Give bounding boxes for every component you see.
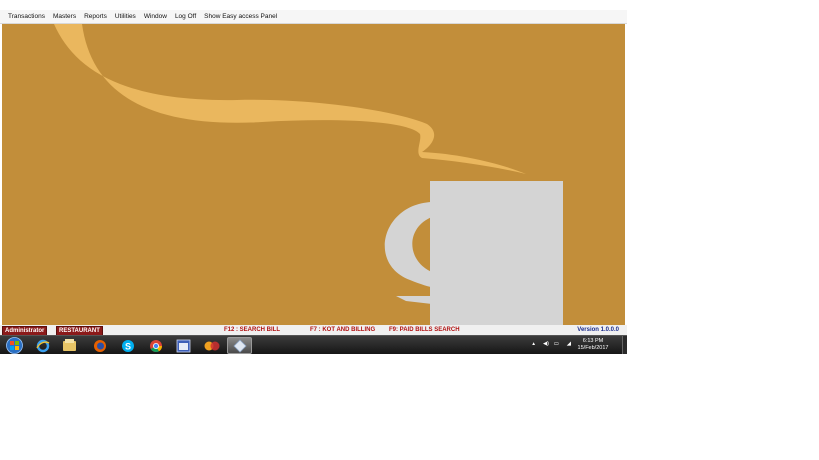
app-window-icon[interactable] — [171, 337, 196, 354]
coffee-background-image — [2, 24, 625, 325]
menu-bar: Transactions Masters Reports Utilities W… — [0, 10, 627, 24]
skype-icon[interactable]: S — [115, 337, 140, 354]
hint-kot-billing: F7 : KOT AND BILLING — [310, 327, 376, 333]
menu-masters[interactable]: Masters — [49, 10, 80, 23]
svg-text:S: S — [124, 341, 130, 351]
show-desktop-button[interactable] — [622, 336, 627, 354]
firefox-icon[interactable] — [87, 337, 112, 354]
clock-time: 6:13 PM — [582, 338, 604, 344]
internet-explorer-icon[interactable] — [30, 337, 55, 354]
windows-taskbar: S ▴ ◀) ▭ ◢ 6:13 PM 15/Feb/2017 — [0, 335, 627, 354]
network-icon[interactable]: ▭ — [554, 341, 559, 347]
cup-body — [430, 181, 563, 325]
version-label: Version 1.0.0.0 — [577, 327, 619, 333]
hint-paid-bills-search: F9: PAID BILLS SEARCH — [389, 327, 460, 333]
menu-window[interactable]: Window — [140, 10, 171, 23]
tray-expand-icon[interactable]: ▴ — [532, 341, 535, 347]
menu-show-easy-access-panel[interactable]: Show Easy access Panel — [200, 10, 281, 23]
windows-start-icon[interactable] — [2, 337, 27, 354]
volume-icon[interactable]: ◀) — [543, 341, 549, 347]
menu-reports[interactable]: Reports — [80, 10, 111, 23]
menu-log-off[interactable]: Log Off — [171, 10, 200, 23]
hint-search-bill: F12 : SEARCH BILL — [224, 327, 281, 333]
coffee-cup-illustration — [54, 24, 563, 325]
cup-saucer-shadow — [396, 296, 432, 304]
application-window: Transactions Masters Reports Utilities W… — [0, 0, 627, 354]
signal-icon[interactable]: ◢ — [567, 341, 571, 347]
chrome-icon[interactable] — [143, 337, 168, 354]
restaurant-app-icon[interactable] — [227, 337, 252, 354]
media-player-icon[interactable] — [199, 337, 224, 354]
status-bar: Administrator RESTAURANT F12 : SEARCH BI… — [0, 325, 627, 336]
menu-transactions[interactable]: Transactions — [0, 10, 49, 23]
clock-date: 15/Feb/2017 — [577, 345, 609, 351]
system-clock[interactable]: 6:13 PM 15/Feb/2017 — [573, 338, 613, 352]
steam-swirl — [54, 24, 526, 174]
menu-utilities[interactable]: Utilities — [111, 10, 140, 23]
file-explorer-icon[interactable] — [57, 337, 82, 354]
